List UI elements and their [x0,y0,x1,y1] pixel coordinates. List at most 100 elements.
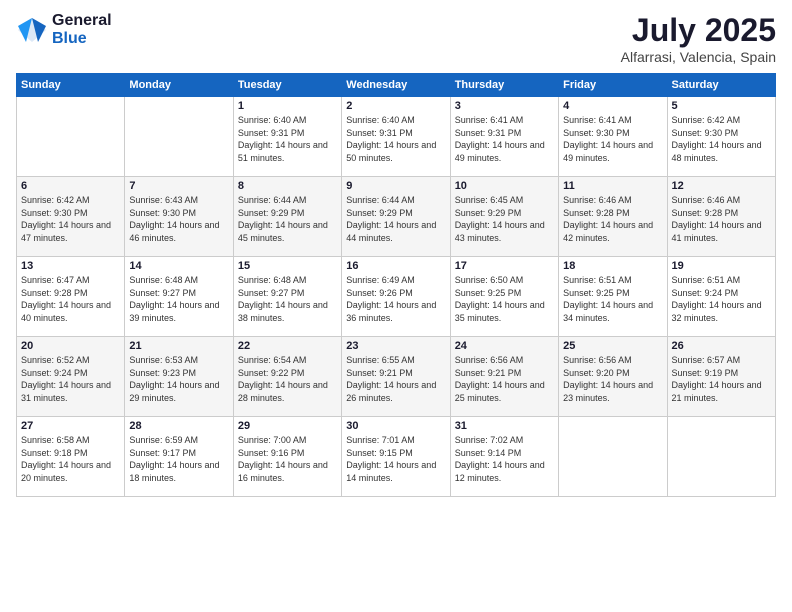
day-number: 22 [238,340,337,352]
day-info: Sunrise: 6:42 AM Sunset: 9:30 PM Dayligh… [21,194,120,244]
day-number: 26 [672,340,771,352]
day-number: 18 [563,260,662,272]
day-cell: 29Sunrise: 7:00 AM Sunset: 9:16 PM Dayli… [233,417,341,497]
day-info: Sunrise: 6:54 AM Sunset: 9:22 PM Dayligh… [238,354,337,404]
weekday-friday: Friday [559,74,667,97]
day-number: 14 [129,260,228,272]
day-cell: 28 Sunrise: 6:59 AM Sunset: 9:17 PM Dayli… [125,417,233,497]
day-info: Sunrise: 7:02 AM Sunset: 9:14 PM Dayligh… [455,434,554,484]
day-info: Sunrise: 6:40 AM Sunset: 9:31 PM Dayligh… [346,114,445,164]
day-cell: 5Sunrise: 6:42 AM Sunset: 9:30 PM Daylig… [667,97,775,177]
day-cell: 15Sunrise: 6:48 AM Sunset: 9:27 PM Dayli… [233,257,341,337]
day-number: 1 [238,100,337,112]
week-row-5: 27 Sunrise: 6:58 AM Sunset: 9:18 PM Dayli… [17,417,776,497]
day-number: 25 [563,340,662,352]
day-number: 27 [21,420,120,432]
weekday-monday: Monday [125,74,233,97]
day-cell: 19 Sunrise: 6:51 AM Sunset: 9:24 PM Dayli… [667,257,775,337]
weekday-tuesday: Tuesday [233,74,341,97]
day-number: 11 [563,180,662,192]
day-cell: 7 Sunrise: 6:43 AM Sunset: 9:30 PM Daylig… [125,177,233,257]
header: General Blue July 2025 Alfarrasi, Valenc… [16,12,776,65]
logo: General Blue [16,12,112,48]
day-cell: 17 Sunrise: 6:50 AM Sunset: 9:25 PM Dayli… [450,257,558,337]
day-info: Sunrise: 6:59 AM Sunset: 9:17 PM Dayligh… [129,434,228,484]
day-cell: 13 Sunrise: 6:47 AM Sunset: 9:28 PM Dayli… [17,257,125,337]
week-row-2: 6 Sunrise: 6:42 AM Sunset: 9:30 PM Daylig… [17,177,776,257]
weekday-saturday: Saturday [667,74,775,97]
week-row-1: 1 Sunrise: 6:40 AM Sunset: 9:31 PM Daylig… [17,97,776,177]
day-number: 20 [21,340,120,352]
title-area: July 2025 Alfarrasi, Valencia, Spain [621,12,776,65]
day-info: Sunrise: 6:58 AM Sunset: 9:18 PM Dayligh… [21,434,120,484]
day-info: Sunrise: 6:56 AM Sunset: 9:20 PM Dayligh… [563,354,662,404]
day-cell: 22 Sunrise: 6:54 AM Sunset: 9:22 PM Dayli… [233,337,341,417]
logo-general: General [52,12,112,29]
day-info: Sunrise: 6:49 AM Sunset: 9:26 PM Dayligh… [346,274,445,324]
day-number: 12 [672,180,771,192]
day-cell: 11 Sunrise: 6:46 AM Sunset: 9:28 PM Dayli… [559,177,667,257]
day-cell: 21Sunrise: 6:53 AM Sunset: 9:23 PM Dayli… [125,337,233,417]
day-cell: 16 Sunrise: 6:49 AM Sunset: 9:26 PM Dayli… [342,257,450,337]
day-number: 19 [672,260,771,272]
day-number: 2 [346,100,445,112]
weekday-wednesday: Wednesday [342,74,450,97]
day-info: Sunrise: 6:50 AM Sunset: 9:25 PM Dayligh… [455,274,554,324]
day-number: 6 [21,180,120,192]
day-number: 23 [346,340,445,352]
logo-text: General Blue [52,12,112,48]
day-number: 21 [129,340,228,352]
day-cell: 26Sunrise: 6:57 AM Sunset: 9:19 PM Dayli… [667,337,775,417]
day-info: Sunrise: 7:00 AM Sunset: 9:16 PM Dayligh… [238,434,337,484]
calendar-table: SundayMondayTuesdayWednesdayThursdayFrid… [16,73,776,497]
day-number: 28 [129,420,228,432]
day-cell: 6 Sunrise: 6:42 AM Sunset: 9:30 PM Daylig… [17,177,125,257]
day-number: 17 [455,260,554,272]
day-number: 24 [455,340,554,352]
calendar-page: General Blue July 2025 Alfarrasi, Valenc… [0,0,792,612]
day-number: 16 [346,260,445,272]
day-number: 30 [346,420,445,432]
day-info: Sunrise: 6:51 AM Sunset: 9:24 PM Dayligh… [672,274,771,324]
day-number: 5 [672,100,771,112]
day-number: 3 [455,100,554,112]
day-cell: 3Sunrise: 6:41 AM Sunset: 9:31 PM Daylig… [450,97,558,177]
day-info: Sunrise: 6:52 AM Sunset: 9:24 PM Dayligh… [21,354,120,404]
day-info: Sunrise: 6:48 AM Sunset: 9:27 PM Dayligh… [238,274,337,324]
day-cell: 25 Sunrise: 6:56 AM Sunset: 9:20 PM Dayli… [559,337,667,417]
day-info: Sunrise: 6:51 AM Sunset: 9:25 PM Dayligh… [563,274,662,324]
day-info: Sunrise: 6:43 AM Sunset: 9:30 PM Dayligh… [129,194,228,244]
week-row-4: 20 Sunrise: 6:52 AM Sunset: 9:24 PM Dayli… [17,337,776,417]
day-number: 10 [455,180,554,192]
month-title: July 2025 [621,12,776,49]
day-cell: 12Sunrise: 6:46 AM Sunset: 9:28 PM Dayli… [667,177,775,257]
day-number: 31 [455,420,554,432]
day-cell [667,417,775,497]
day-cell: 9Sunrise: 6:44 AM Sunset: 9:29 PM Daylig… [342,177,450,257]
day-number: 4 [563,100,662,112]
day-cell: 10 Sunrise: 6:45 AM Sunset: 9:29 PM Dayli… [450,177,558,257]
day-number: 9 [346,180,445,192]
day-cell: 14 Sunrise: 6:48 AM Sunset: 9:27 PM Dayli… [125,257,233,337]
day-cell: 8Sunrise: 6:44 AM Sunset: 9:29 PM Daylig… [233,177,341,257]
day-number: 8 [238,180,337,192]
day-info: Sunrise: 7:01 AM Sunset: 9:15 PM Dayligh… [346,434,445,484]
day-info: Sunrise: 6:41 AM Sunset: 9:30 PM Dayligh… [563,114,662,164]
day-cell: 27 Sunrise: 6:58 AM Sunset: 9:18 PM Dayli… [17,417,125,497]
day-number: 7 [129,180,228,192]
day-info: Sunrise: 6:56 AM Sunset: 9:21 PM Dayligh… [455,354,554,404]
day-cell [559,417,667,497]
day-cell: 1Sunrise: 6:40 AM Sunset: 9:31 PM Daylig… [233,97,341,177]
weekday-sunday: Sunday [17,74,125,97]
day-cell: 31 Sunrise: 7:02 AM Sunset: 9:14 PM Dayli… [450,417,558,497]
logo-icon [16,16,48,44]
day-info: Sunrise: 6:55 AM Sunset: 9:21 PM Dayligh… [346,354,445,404]
day-cell: 20 Sunrise: 6:52 AM Sunset: 9:24 PM Dayli… [17,337,125,417]
day-info: Sunrise: 6:46 AM Sunset: 9:28 PM Dayligh… [563,194,662,244]
day-info: Sunrise: 6:48 AM Sunset: 9:27 PM Dayligh… [129,274,228,324]
day-cell: 24 Sunrise: 6:56 AM Sunset: 9:21 PM Dayli… [450,337,558,417]
weekday-thursday: Thursday [450,74,558,97]
day-info: Sunrise: 6:47 AM Sunset: 9:28 PM Dayligh… [21,274,120,324]
day-info: Sunrise: 6:45 AM Sunset: 9:29 PM Dayligh… [455,194,554,244]
day-number: 13 [21,260,120,272]
